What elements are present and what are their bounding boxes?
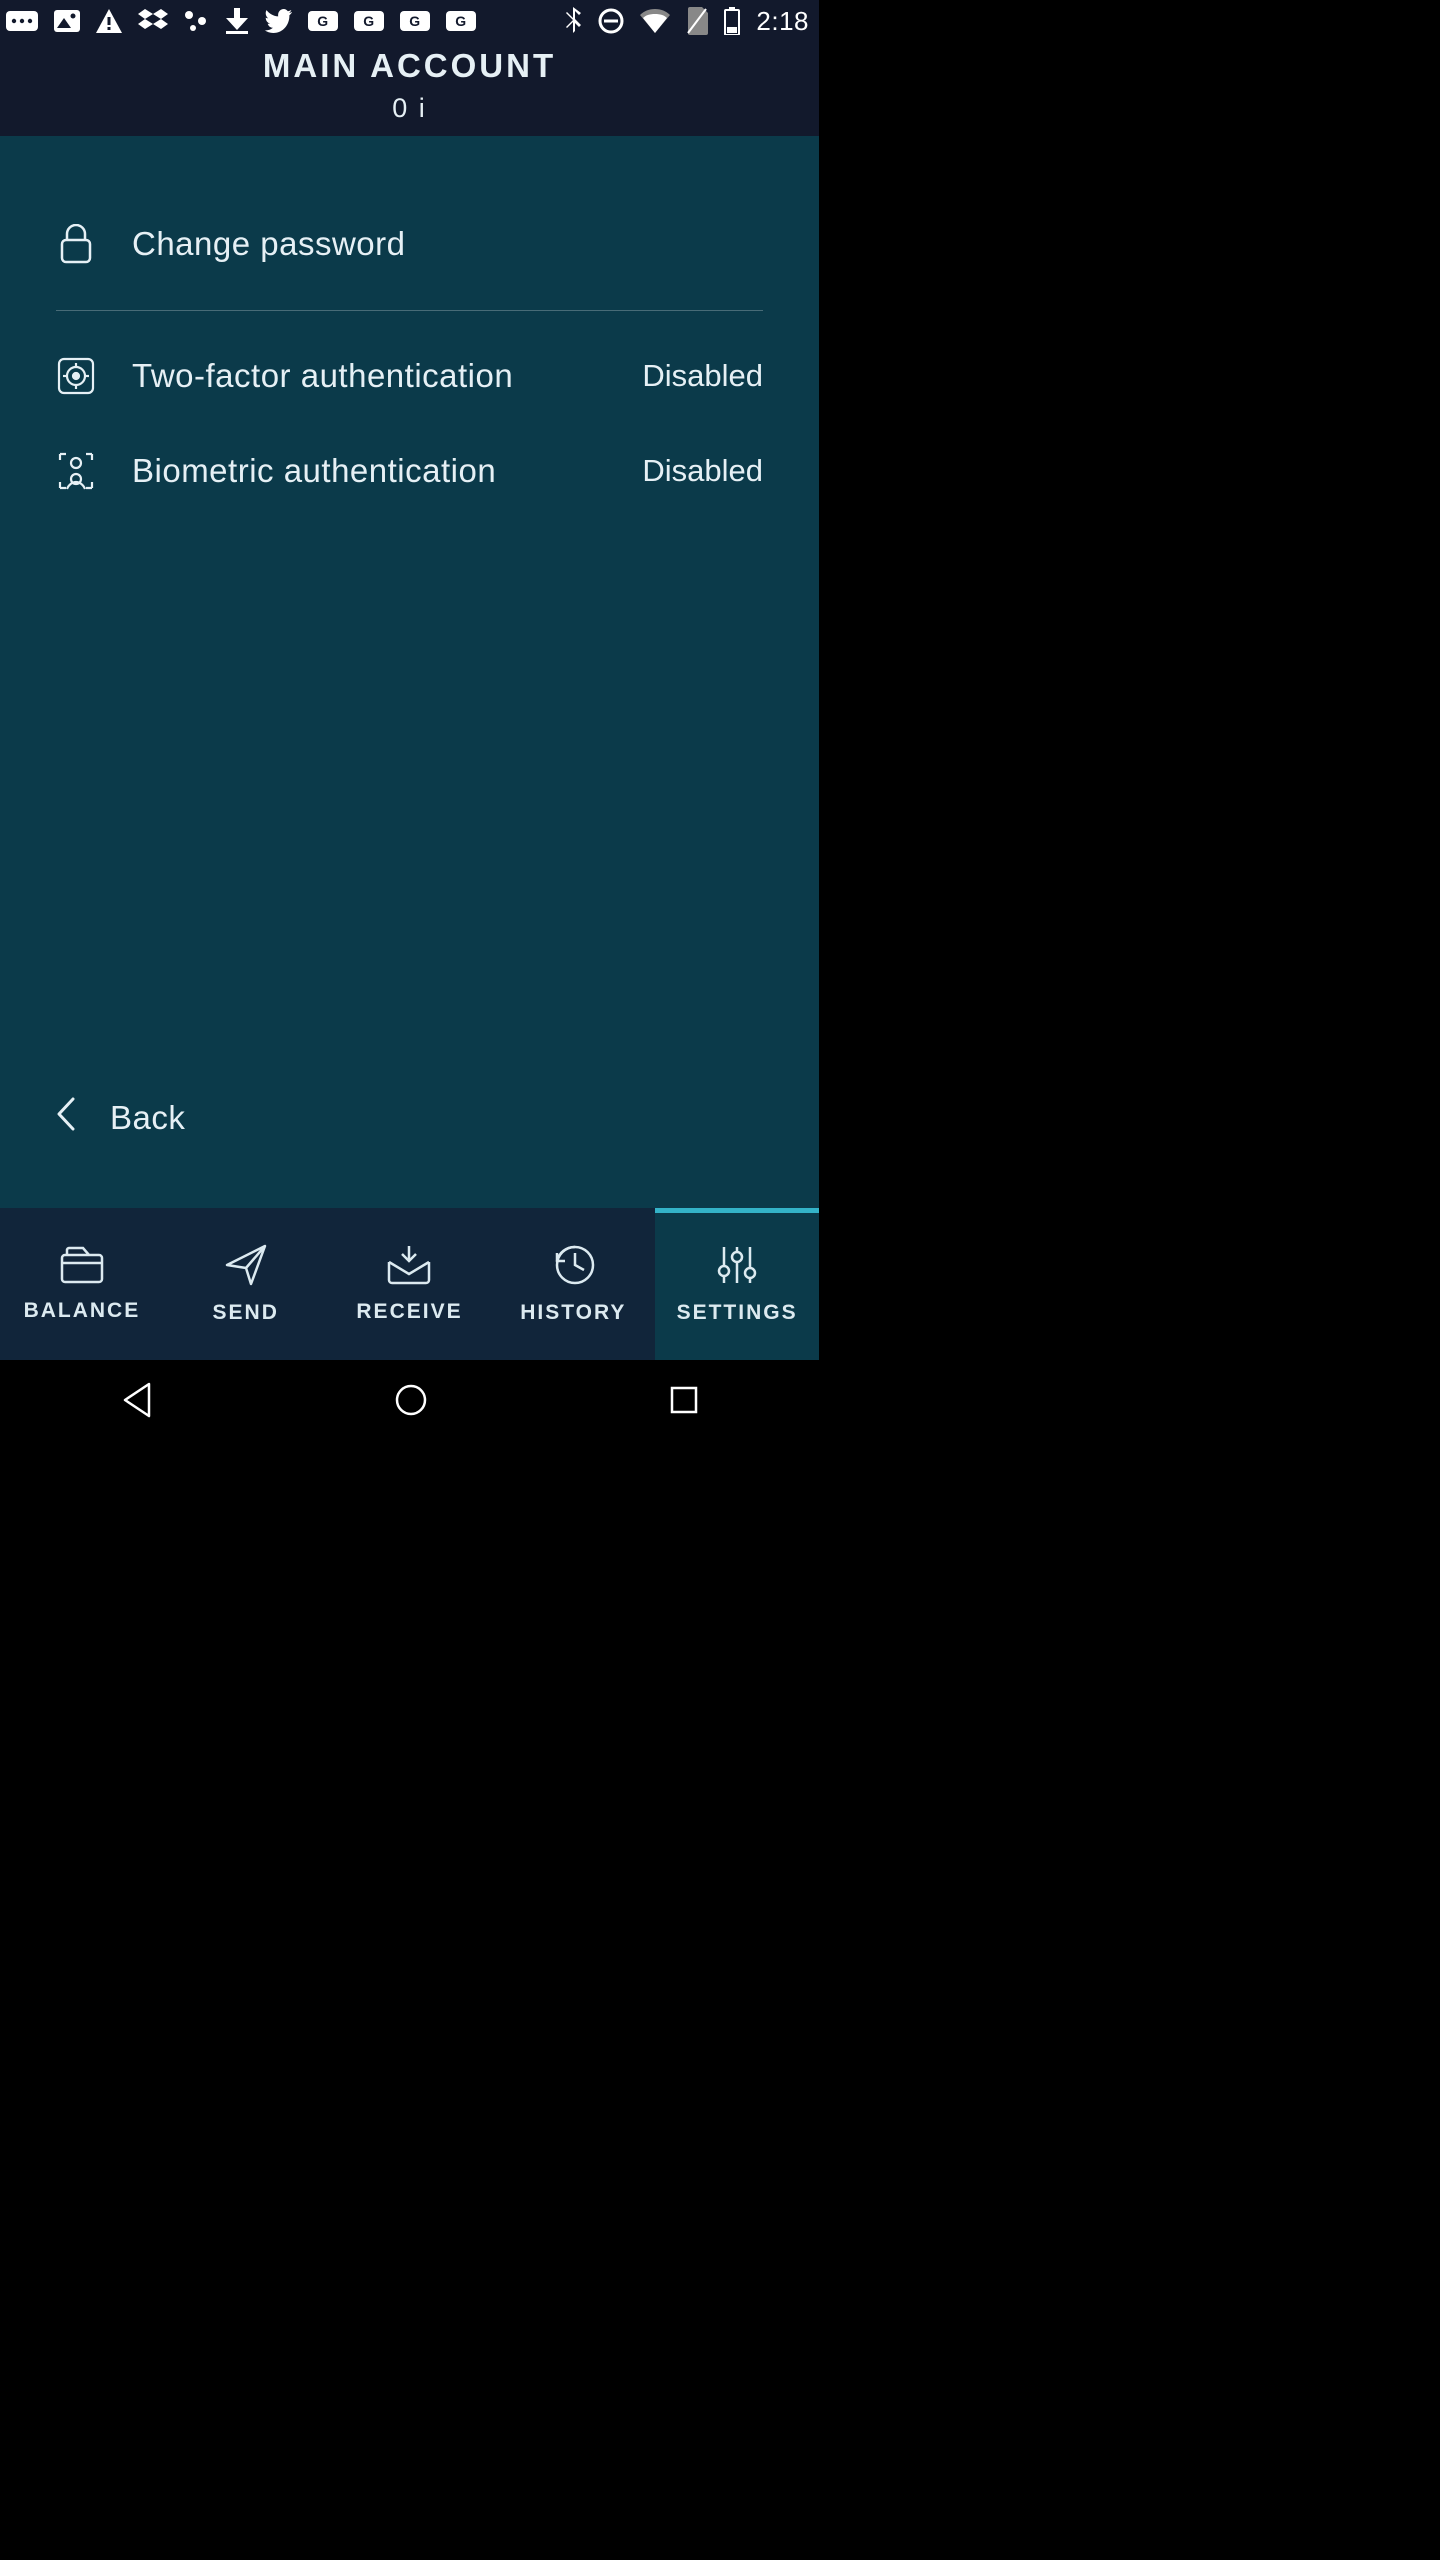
back-button[interactable]: Back (0, 1073, 241, 1163)
settings-list: Change password Two-factor authenticatio… (0, 196, 819, 519)
divider (56, 310, 763, 311)
svg-text:G: G (409, 13, 420, 29)
tab-balance-label: BALANCE (24, 1299, 141, 1323)
badge-g4-icon: G (446, 11, 476, 31)
tab-receive[interactable]: RECEIVE (328, 1208, 492, 1360)
change-password-label: Change password (132, 225, 763, 263)
two-factor-status: Disabled (642, 358, 763, 394)
twitter-icon (264, 9, 292, 33)
biometric-status: Disabled (642, 453, 763, 489)
tab-balance[interactable]: BALANCE (0, 1208, 164, 1360)
status-right: 2:18 (566, 6, 809, 37)
tab-receive-label: RECEIVE (356, 1300, 462, 1324)
chevron-left-icon (56, 1097, 76, 1139)
tab-send-label: SEND (213, 1301, 279, 1325)
settings-icon (716, 1243, 758, 1287)
two-factor-row[interactable]: Two-factor authentication Disabled (0, 329, 819, 423)
history-icon (551, 1243, 595, 1287)
send-icon (224, 1243, 268, 1287)
badge-g1-icon: G (308, 11, 338, 31)
dropbox-icon (138, 9, 168, 33)
authenticator-icon (56, 357, 96, 395)
biometric-icon (56, 451, 96, 491)
tab-settings[interactable]: SETTINGS (655, 1208, 819, 1360)
android-nav-bar (0, 1360, 819, 1440)
image-icon (54, 10, 80, 32)
receive-icon (386, 1244, 432, 1286)
more-icon (6, 11, 38, 31)
dots-icon (184, 10, 210, 32)
biometric-label: Biometric authentication (132, 452, 606, 490)
change-password-row[interactable]: Change password (0, 196, 819, 292)
app-body: Change password Two-factor authenticatio… (0, 136, 819, 1208)
biometric-row[interactable]: Biometric authentication Disabled (0, 423, 819, 519)
android-recents[interactable] (669, 1385, 699, 1415)
svg-text:G: G (317, 13, 328, 29)
account-title: MAIN ACCOUNT (0, 47, 819, 85)
android-home[interactable] (394, 1383, 428, 1417)
tab-send[interactable]: SEND (164, 1208, 328, 1360)
wallet-icon (59, 1245, 105, 1285)
wifi-icon (640, 9, 670, 33)
status-clock: 2:18 (756, 6, 809, 37)
warning-icon (96, 9, 122, 33)
tab-settings-label: SETTINGS (677, 1301, 798, 1325)
android-status-bar: G G G G 2:18 (0, 0, 819, 42)
two-factor-label: Two-factor authentication (132, 357, 606, 395)
lock-icon (56, 224, 96, 264)
account-balance: 0 i (0, 93, 819, 124)
no-sim-icon (686, 7, 708, 35)
battery-icon (724, 7, 740, 35)
back-label: Back (110, 1099, 185, 1137)
svg-text:G: G (363, 13, 374, 29)
bluetooth-icon (566, 7, 582, 35)
header: MAIN ACCOUNT 0 i (0, 42, 819, 136)
android-back[interactable] (121, 1382, 153, 1418)
status-left: G G G G (6, 8, 476, 34)
bottom-nav: BALANCE SEND RECEIVE HISTORY SETTINGS (0, 1208, 819, 1360)
dnd-icon (598, 8, 624, 34)
badge-g2-icon: G (354, 11, 384, 31)
tab-history[interactable]: HISTORY (491, 1208, 655, 1360)
tab-history-label: HISTORY (520, 1301, 626, 1325)
badge-g3-icon: G (400, 11, 430, 31)
svg-text:G: G (455, 13, 466, 29)
download-icon (226, 8, 248, 34)
